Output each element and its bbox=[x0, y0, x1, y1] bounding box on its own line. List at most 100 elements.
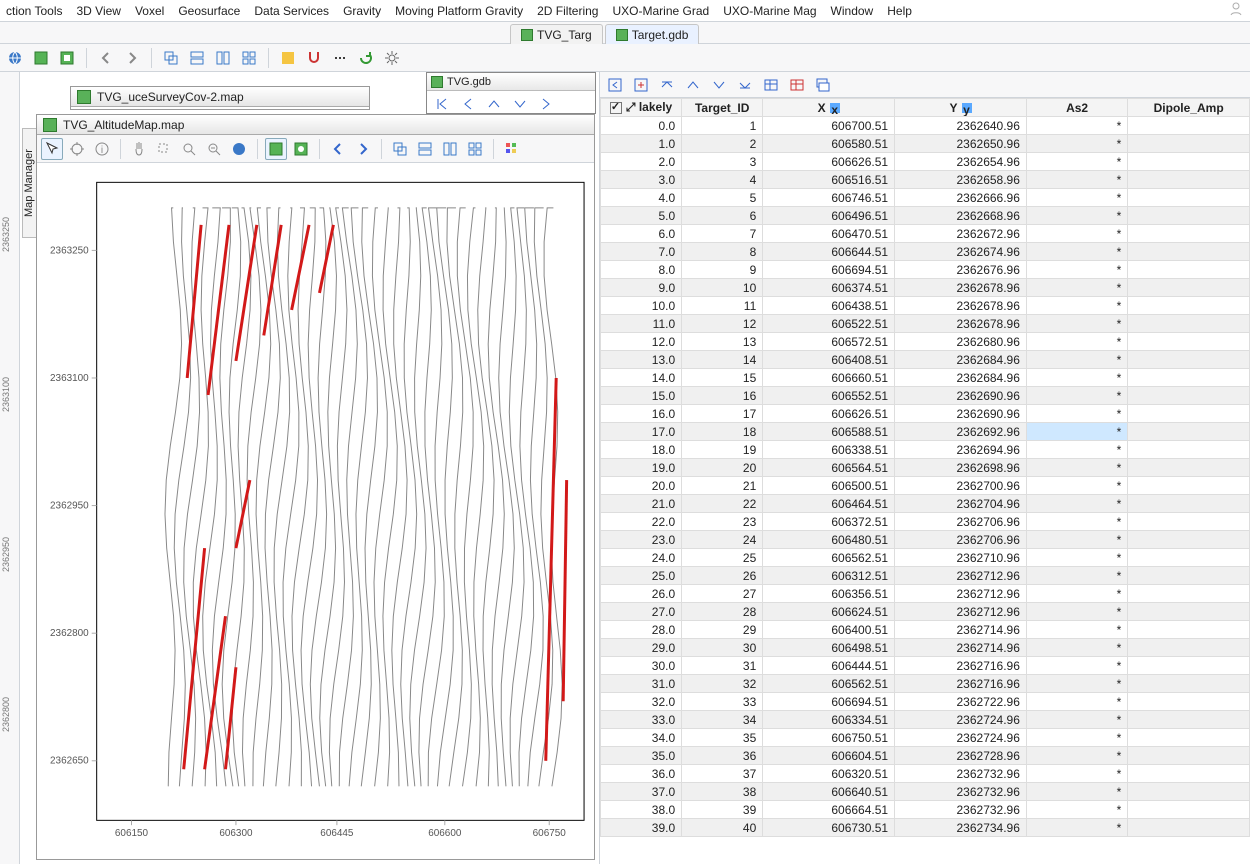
win-cascade-icon[interactable] bbox=[389, 138, 411, 160]
table-row[interactable]: 14.015606660.512362684.96* bbox=[601, 369, 1250, 387]
cell[interactable]: 17.0 bbox=[601, 423, 682, 441]
col-header-x[interactable]: Xx bbox=[763, 99, 895, 117]
collapse-down-icon[interactable] bbox=[734, 74, 756, 96]
up-arrow-icon[interactable] bbox=[682, 74, 704, 96]
cell[interactable]: 606730.51 bbox=[763, 819, 895, 837]
map-window-back[interactable]: TVG_uceSurveyCov-2.map bbox=[70, 86, 370, 110]
grid-color-icon[interactable] bbox=[277, 47, 299, 69]
menu-voxel[interactable]: Voxel bbox=[135, 4, 164, 18]
cell[interactable]: * bbox=[1026, 171, 1127, 189]
pointer-icon[interactable] bbox=[41, 138, 63, 160]
cell[interactable]: 606374.51 bbox=[763, 279, 895, 297]
cell[interactable] bbox=[1128, 207, 1250, 225]
cell[interactable] bbox=[1128, 405, 1250, 423]
cell[interactable]: 24 bbox=[682, 531, 763, 549]
cell[interactable]: * bbox=[1026, 693, 1127, 711]
cell[interactable]: 2362728.96 bbox=[895, 747, 1027, 765]
menu-geosurface[interactable]: Geosurface bbox=[178, 4, 240, 18]
cell[interactable] bbox=[1128, 189, 1250, 207]
cell[interactable]: 606604.51 bbox=[763, 747, 895, 765]
cell[interactable]: * bbox=[1026, 801, 1127, 819]
cell[interactable]: * bbox=[1026, 153, 1127, 171]
cell[interactable]: * bbox=[1026, 189, 1127, 207]
cell[interactable]: 2362712.96 bbox=[895, 567, 1027, 585]
cell[interactable] bbox=[1128, 675, 1250, 693]
cell[interactable]: * bbox=[1026, 387, 1127, 405]
cell[interactable]: 606750.51 bbox=[763, 729, 895, 747]
cell[interactable]: 25 bbox=[682, 549, 763, 567]
cell[interactable]: 1 bbox=[682, 117, 763, 135]
cell[interactable]: 6 bbox=[682, 207, 763, 225]
cell[interactable]: 606694.51 bbox=[763, 261, 895, 279]
table-row[interactable]: 18.019606338.512362694.96* bbox=[601, 441, 1250, 459]
cell[interactable]: * bbox=[1026, 459, 1127, 477]
cell[interactable]: 2362674.96 bbox=[895, 243, 1027, 261]
collapse-up-icon[interactable] bbox=[656, 74, 678, 96]
cell[interactable]: * bbox=[1026, 405, 1127, 423]
table-stack-icon[interactable] bbox=[812, 74, 834, 96]
cell[interactable]: 22 bbox=[682, 495, 763, 513]
data-table[interactable]: ⤢ lakelyTarget_IDXxYyAs2Dipole_Amp 0.016… bbox=[600, 98, 1250, 837]
table-row[interactable]: 9.010606374.512362678.96* bbox=[601, 279, 1250, 297]
cell[interactable]: 21.0 bbox=[601, 495, 682, 513]
cell[interactable] bbox=[1128, 783, 1250, 801]
cell[interactable] bbox=[1128, 315, 1250, 333]
cell[interactable]: * bbox=[1026, 261, 1127, 279]
cell[interactable]: 31.0 bbox=[601, 675, 682, 693]
cell[interactable]: 606498.51 bbox=[763, 639, 895, 657]
cell[interactable]: 15.0 bbox=[601, 387, 682, 405]
cell[interactable]: 35.0 bbox=[601, 747, 682, 765]
table-row[interactable]: 38.039606664.512362732.96* bbox=[601, 801, 1250, 819]
cell[interactable]: 2362732.96 bbox=[895, 783, 1027, 801]
cell[interactable]: 606356.51 bbox=[763, 585, 895, 603]
cell[interactable]: 606522.51 bbox=[763, 315, 895, 333]
map-canvas[interactable]: 6061506063006064456066006067502362650236… bbox=[37, 163, 594, 859]
cell[interactable]: 38.0 bbox=[601, 801, 682, 819]
cell[interactable]: 27.0 bbox=[601, 603, 682, 621]
cell[interactable]: 4 bbox=[682, 171, 763, 189]
cell[interactable]: * bbox=[1026, 297, 1127, 315]
cell[interactable]: 606562.51 bbox=[763, 549, 895, 567]
cell[interactable]: 28 bbox=[682, 603, 763, 621]
cell[interactable] bbox=[1128, 387, 1250, 405]
layer-green-icon[interactable] bbox=[265, 138, 287, 160]
cell[interactable]: 606400.51 bbox=[763, 621, 895, 639]
table-row[interactable]: 36.037606320.512362732.96* bbox=[601, 765, 1250, 783]
cell[interactable]: 606470.51 bbox=[763, 225, 895, 243]
cell[interactable]: * bbox=[1026, 477, 1127, 495]
cell[interactable] bbox=[1128, 117, 1250, 135]
tile-h-icon[interactable] bbox=[186, 47, 208, 69]
table-blue-icon[interactable] bbox=[760, 74, 782, 96]
table-row[interactable]: 1.02606580.512362650.96* bbox=[601, 135, 1250, 153]
table-row[interactable]: 6.07606470.512362672.96* bbox=[601, 225, 1250, 243]
data-table-scroll[interactable]: ⤢ lakelyTarget_IDXxYyAs2Dipole_Amp 0.016… bbox=[600, 98, 1250, 864]
cell[interactable]: * bbox=[1026, 711, 1127, 729]
full-extent-icon[interactable] bbox=[228, 138, 250, 160]
map-titlebar[interactable]: TVG_AltitudeMap.map bbox=[37, 115, 594, 135]
cell[interactable]: 606624.51 bbox=[763, 603, 895, 621]
cell[interactable]: 34 bbox=[682, 711, 763, 729]
cell[interactable]: 29.0 bbox=[601, 639, 682, 657]
cell[interactable]: 33 bbox=[682, 693, 763, 711]
cell[interactable]: 10 bbox=[682, 279, 763, 297]
cell[interactable] bbox=[1128, 657, 1250, 675]
cell[interactable]: * bbox=[1026, 423, 1127, 441]
cell[interactable]: 2362706.96 bbox=[895, 531, 1027, 549]
tile-v-icon[interactable] bbox=[212, 47, 234, 69]
cell[interactable]: * bbox=[1026, 549, 1127, 567]
doc-tab-target-gdb[interactable]: Target.gdb bbox=[605, 24, 700, 44]
map-green-icon[interactable] bbox=[30, 47, 52, 69]
tile-grid-icon[interactable] bbox=[238, 47, 260, 69]
cell[interactable] bbox=[1128, 747, 1250, 765]
menu-help[interactable]: Help bbox=[887, 4, 912, 18]
table-row[interactable]: 3.04606516.512362658.96* bbox=[601, 171, 1250, 189]
cell[interactable]: 31 bbox=[682, 657, 763, 675]
cell[interactable]: * bbox=[1026, 621, 1127, 639]
cell[interactable]: 23 bbox=[682, 513, 763, 531]
cell[interactable]: 16.0 bbox=[601, 405, 682, 423]
cell[interactable]: 2362722.96 bbox=[895, 693, 1027, 711]
globe-icon[interactable] bbox=[4, 47, 26, 69]
cell[interactable] bbox=[1128, 711, 1250, 729]
table-row[interactable]: 17.018606588.512362692.96* bbox=[601, 423, 1250, 441]
menu-window[interactable]: Window bbox=[831, 4, 874, 18]
